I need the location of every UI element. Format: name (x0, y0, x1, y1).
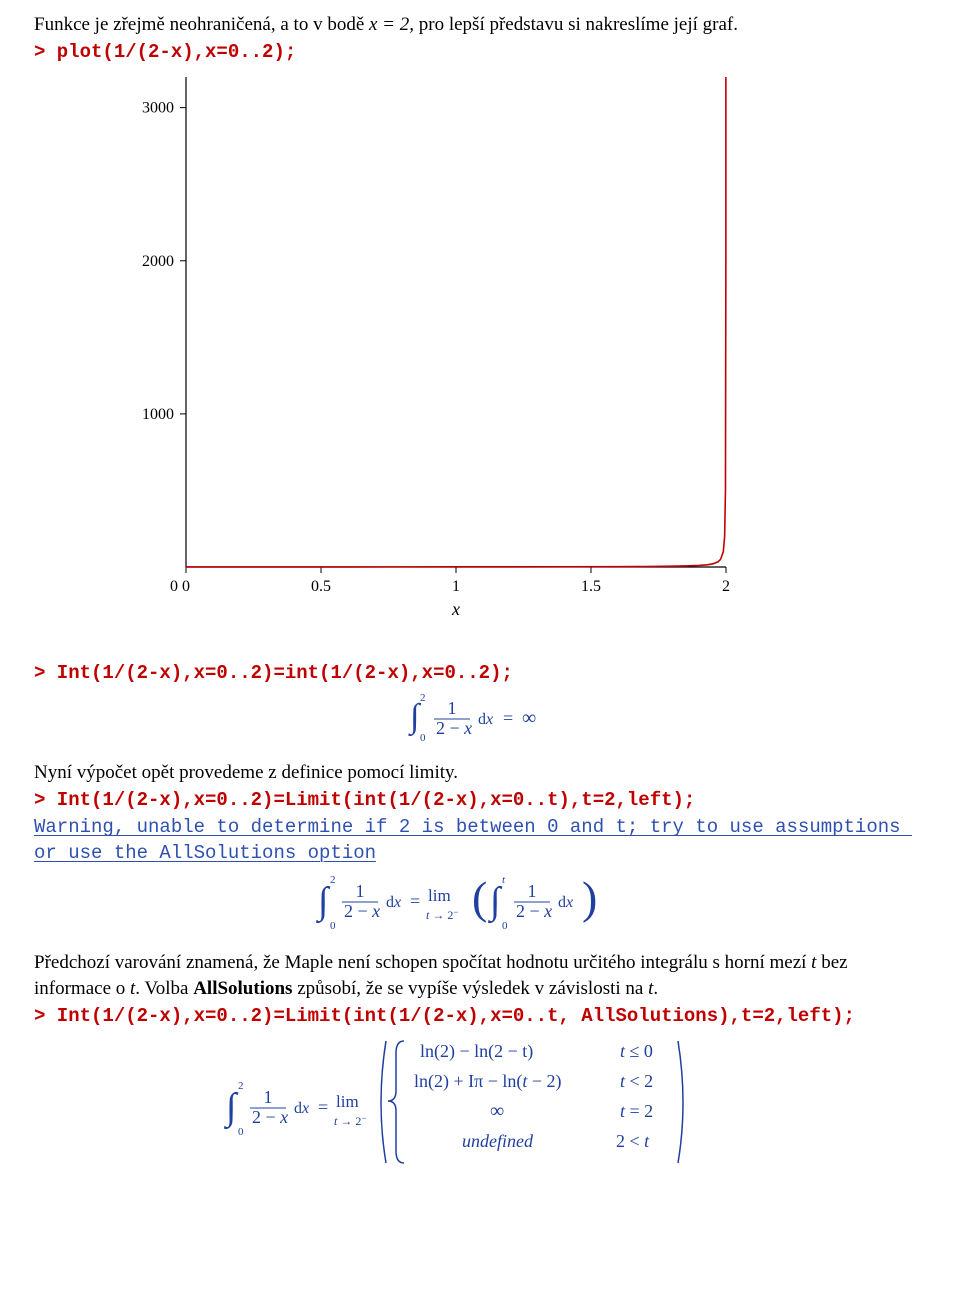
svg-text:∫: ∫ (224, 1086, 239, 1130)
svg-text:(: ( (472, 872, 487, 923)
svg-text:1: 1 (264, 1087, 273, 1107)
svg-text:lim: lim (428, 886, 451, 905)
svg-text:0.5: 0.5 (311, 578, 331, 595)
svg-text:1: 1 (528, 881, 537, 901)
svg-text:2 − x: 2 − x (344, 901, 380, 921)
code-allsolutions: > Int(1/(2-x),x=0..2)=Limit(int(1/(2-x),… (34, 1004, 926, 1030)
svg-text:2: 2 (420, 692, 426, 704)
para-limit-intro: Nyní výpočet opět provedeme z definice p… (34, 760, 926, 786)
intro-text-b: pro lepší představu si nakreslíme její g… (414, 14, 738, 35)
pw-row-4: undefined 2 < t (462, 1131, 650, 1151)
plot-chart: 0 0.5 1 1.5 2 1000 2000 3000 0 x (106, 67, 746, 635)
p3-bold: AllSolutions (193, 978, 292, 999)
pw-row-1: ln(2) − ln(2 − t) t ≤ 0 (420, 1041, 653, 1062)
svg-text:2: 2 (722, 578, 730, 595)
svg-text:=: = (410, 891, 420, 911)
warning-output: Warning, unable to determine if 2 is bet… (34, 815, 926, 866)
svg-text:dx: dx (558, 894, 573, 911)
code-plot: > plot(1/(2-x),x=0..2); (34, 40, 926, 66)
math-output-int: ∫ 2 0 1 2 − x dx = ∞ (34, 691, 926, 755)
svg-text:2: 2 (238, 1080, 244, 1092)
para-warning-explain: Předchozí varování znamená, že Maple nen… (34, 950, 926, 1001)
svg-text:∞: ∞ (490, 1100, 504, 1122)
svg-text:2 < t: 2 < t (616, 1131, 650, 1151)
svg-text:ln(2) + Iπ − ln(t − 2): ln(2) + Iπ − ln(t − 2) (414, 1071, 562, 1092)
svg-text:2 − x: 2 − x (436, 718, 472, 738)
intro-text-a: Funkce je zřejmě neohraničená, a to v bo… (34, 14, 369, 35)
svg-text:=: = (503, 708, 513, 728)
svg-text:∫: ∫ (488, 880, 503, 924)
math-output-limit: ∫ 2 0 1 2 − x dx = lim t → 2− ( ∫ t 0 1 … (34, 871, 926, 945)
svg-text:lim: lim (336, 1092, 359, 1111)
svg-text:0: 0 (170, 578, 178, 595)
svg-text:t ≤ 0: t ≤ 0 (620, 1041, 653, 1061)
svg-text:3000: 3000 (142, 100, 174, 117)
svg-text:∞: ∞ (522, 707, 536, 729)
svg-text:ln(2) − ln(2 − t): ln(2) − ln(2 − t) (420, 1041, 533, 1062)
svg-text:2 − x: 2 − x (516, 901, 552, 921)
svg-text:1: 1 (356, 881, 365, 901)
svg-text:t → 2−: t → 2− (334, 1113, 366, 1128)
svg-text:t = 2: t = 2 (620, 1101, 653, 1121)
svg-text:t < 2: t < 2 (620, 1071, 653, 1091)
svg-text:=: = (318, 1097, 328, 1117)
intro-eq: x = 2, (369, 14, 414, 35)
svg-text:∫: ∫ (316, 880, 331, 924)
p3-c: . Volba (135, 978, 193, 999)
svg-text:2 − x: 2 − x (252, 1107, 288, 1127)
code-limit: > Int(1/(2-x),x=0..2)=Limit(int(1/(2-x),… (34, 788, 926, 814)
svg-text:): ) (582, 872, 597, 923)
svg-text:dx: dx (478, 711, 493, 728)
svg-text:t → 2−: t → 2− (426, 907, 458, 922)
svg-text:dx: dx (386, 894, 401, 911)
svg-text:1: 1 (448, 698, 457, 718)
p3-a: Předchozí varování znamená, že Maple nen… (34, 952, 811, 973)
svg-text:0: 0 (420, 732, 426, 744)
svg-text:x: x (451, 599, 460, 619)
svg-text:dx: dx (294, 1100, 309, 1117)
svg-text:0: 0 (502, 920, 508, 932)
code-int-eq: > Int(1/(2-x),x=0..2)=int(1/(2-x),x=0..2… (34, 661, 926, 687)
svg-text:0: 0 (330, 920, 336, 932)
svg-text:2: 2 (330, 874, 336, 886)
p3-e: . (653, 978, 658, 999)
plot-svg: 0 0.5 1 1.5 2 1000 2000 3000 0 x (106, 67, 746, 627)
svg-text:0: 0 (238, 1126, 244, 1138)
math-output-piecewise: ∫ 2 0 1 2 − x dx = lim t → 2− ln(2) − ln… (34, 1035, 926, 1173)
pw-row-2: ln(2) + Iπ − ln(t − 2) t < 2 (414, 1071, 653, 1092)
svg-text:0: 0 (182, 578, 190, 595)
svg-text:2000: 2000 (142, 253, 174, 270)
svg-text:undefined: undefined (462, 1131, 534, 1151)
pw-row-3: ∞ t = 2 (490, 1100, 653, 1122)
svg-text:1: 1 (452, 578, 460, 595)
svg-text:1.5: 1.5 (581, 578, 601, 595)
svg-text:t: t (502, 874, 506, 886)
svg-text:1000: 1000 (142, 406, 174, 423)
intro-text: Funkce je zřejmě neohraničená, a to v bo… (34, 12, 926, 38)
p3-d: způsobí, že se vypíše výsledek v závislo… (292, 978, 648, 999)
